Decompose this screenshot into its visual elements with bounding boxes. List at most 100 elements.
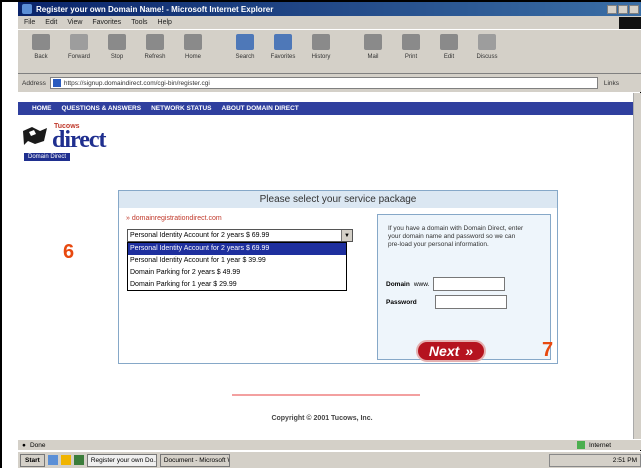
- edit-button[interactable]: Edit: [432, 34, 466, 60]
- mail-button[interactable]: Mail: [356, 34, 390, 60]
- domain-field-label: Domain: [386, 280, 410, 288]
- window-controls: [607, 4, 641, 14]
- package-option[interactable]: Domain Parking for 2 years $ 49.99: [128, 267, 346, 279]
- package-option[interactable]: Personal Identity Account for 2 years $ …: [128, 243, 346, 255]
- package-option[interactable]: Personal Identity Account for 1 year $ 3…: [128, 255, 346, 267]
- site-nav-about[interactable]: ABOUT DOMAIN DIRECT: [222, 105, 299, 112]
- brand-name: direct: [52, 127, 107, 153]
- menu-edit[interactable]: Edit: [45, 19, 57, 26]
- copyright-text: Copyright © 2001 Tucows, Inc.: [271, 415, 373, 422]
- window-title: Register your own Domain Name! - Microso…: [36, 4, 274, 14]
- site-nav-network-status[interactable]: NETWORK STATUS: [151, 105, 211, 112]
- back-arrow-icon: [32, 34, 50, 50]
- print-button[interactable]: Print: [394, 34, 428, 60]
- history-button[interactable]: History: [304, 34, 338, 60]
- home-icon: [184, 34, 202, 50]
- menu-tools[interactable]: Tools: [131, 19, 147, 26]
- package-select-value: Personal Identity Account for 2 years $ …: [130, 232, 270, 239]
- site-nav-qa[interactable]: QUESTIONS & ANSWERS: [62, 105, 142, 112]
- history-icon: [312, 34, 330, 50]
- panel-heading: Please select your service package: [119, 191, 557, 208]
- maximize-button[interactable]: [618, 4, 628, 14]
- site-nav: HOME QUESTIONS & ANSWERS NETWORK STATUS …: [18, 102, 633, 115]
- footer-divider: [232, 394, 420, 396]
- password-field-label: Password: [386, 298, 417, 306]
- page-scrollbar[interactable]: [633, 93, 641, 439]
- left-margin: [2, 2, 18, 468]
- back-button[interactable]: Back: [24, 34, 58, 60]
- package-select[interactable]: Personal Identity Account for 2 years $ …: [127, 229, 353, 242]
- menu-view[interactable]: View: [67, 19, 82, 26]
- web-page: HOME QUESTIONS & ANSWERS NETWORK STATUS …: [18, 93, 633, 439]
- windows-logo-icon: [619, 16, 641, 29]
- taskbar: Start Register your own Do... Document -…: [18, 451, 641, 468]
- brand-tagline: Domain Direct: [24, 153, 71, 161]
- site-nav-home[interactable]: HOME: [32, 105, 52, 112]
- next-button[interactable]: Next »: [416, 340, 486, 362]
- status-done-icon: ●: [22, 441, 26, 449]
- clock: 2:51 PM: [612, 456, 637, 464]
- menu-file[interactable]: File: [24, 19, 35, 26]
- internet-zone-icon: [576, 441, 585, 449]
- discuss-button[interactable]: Discuss: [470, 34, 504, 60]
- annotation-7: 7: [542, 339, 554, 361]
- menu-bar: File Edit View Favorites Tools Help: [18, 16, 641, 29]
- mail-icon: [364, 34, 382, 50]
- domain-name: domainregistrationdirect.com: [131, 215, 222, 222]
- refresh-icon: [146, 34, 164, 50]
- search-button[interactable]: Search: [228, 34, 262, 60]
- links-button[interactable]: Links: [604, 80, 619, 87]
- domain-field-row: Domain www.: [386, 277, 506, 291]
- address-bar: Address https://signup.domaindirect.com/…: [18, 74, 641, 92]
- browser-toolbar: Back Forward Stop Refresh Home Search Fa…: [18, 29, 641, 74]
- taskbar-ie-window[interactable]: Register your own Do...: [86, 453, 157, 467]
- close-button[interactable]: [629, 4, 639, 14]
- password-input[interactable]: [434, 295, 507, 309]
- quick-launch-folder-icon[interactable]: [60, 455, 71, 465]
- next-arrow-icon: »: [465, 343, 474, 359]
- status-text: Done: [29, 441, 46, 449]
- menu-favorites[interactable]: Favorites: [92, 19, 121, 26]
- quick-launch-ie-icon[interactable]: [47, 455, 58, 465]
- print-icon: [402, 34, 420, 50]
- page-icon: [52, 79, 61, 87]
- stop-icon: [108, 34, 126, 50]
- forward-button[interactable]: Forward: [62, 34, 96, 60]
- status-bar: ● Done Internet: [18, 439, 641, 450]
- system-tray: 2:51 PM: [549, 453, 641, 467]
- refresh-button[interactable]: Refresh: [138, 34, 172, 60]
- site-logo[interactable]: Tucows direct Domain Direct: [22, 121, 162, 167]
- cow-flag-icon: [23, 127, 47, 145]
- password-field-row: Password: [386, 295, 507, 309]
- stop-button[interactable]: Stop: [100, 34, 134, 60]
- taskbar-word-window[interactable]: Document - Microsoft Word: [159, 453, 230, 467]
- minimize-button[interactable]: [607, 4, 617, 14]
- next-label: Next: [428, 343, 460, 359]
- favorites-button[interactable]: Favorites: [266, 34, 300, 60]
- address-input[interactable]: https://signup.domaindirect.com/cgi-bin/…: [49, 77, 598, 89]
- ie-icon: [22, 4, 32, 14]
- start-button[interactable]: Start: [20, 453, 45, 467]
- dropdown-arrow-icon[interactable]: ▼: [341, 230, 352, 241]
- menu-help[interactable]: Help: [158, 19, 172, 26]
- window-titlebar: Register your own Domain Name! - Microso…: [18, 2, 641, 16]
- security-zone: Internet: [576, 441, 611, 449]
- package-option-list: Personal Identity Account for 2 years $ …: [127, 242, 347, 291]
- home-button[interactable]: Home: [176, 34, 210, 60]
- domain-name-label: » domainregistrationdirect.com: [126, 215, 222, 222]
- annotation-6: 6: [63, 241, 75, 263]
- zone-label: Internet: [588, 441, 611, 449]
- discuss-icon: [478, 34, 496, 50]
- domain-prefix: www.: [413, 280, 430, 288]
- next-pill: Next »: [416, 340, 486, 362]
- forward-arrow-icon: [70, 34, 88, 50]
- favorites-icon: [274, 34, 292, 50]
- service-package-panel: Please select your service package » dom…: [118, 190, 558, 364]
- address-label: Address: [22, 79, 46, 87]
- edit-icon: [440, 34, 458, 50]
- search-icon: [236, 34, 254, 50]
- package-option[interactable]: Domain Parking for 1 year $ 29.99: [128, 279, 346, 291]
- quick-launch-desktop-icon[interactable]: [73, 455, 84, 465]
- existing-account-text: If you have a domain with Domain Direct,…: [388, 225, 524, 248]
- domain-input[interactable]: [433, 277, 506, 291]
